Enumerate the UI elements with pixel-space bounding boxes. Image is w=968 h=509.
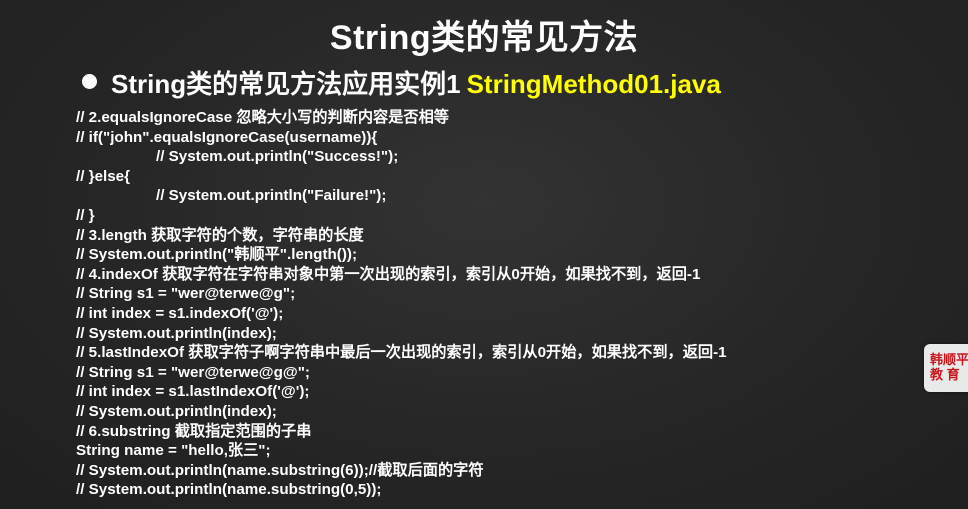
- subtitle-text: String类的常见方法应用实例1: [111, 69, 461, 99]
- code-line: // System.out.println("Success!");: [156, 148, 399, 166]
- code-line: // 3.length 获取字符的个数，字符串的长度: [76, 226, 364, 244]
- brand-logo: 韩顺平 教 育: [924, 344, 968, 392]
- code-line: // System.out.println("韩顺平".length());: [76, 246, 358, 264]
- slide-title: String类的常见方法: [329, 19, 639, 57]
- logo-line2: 教 育: [930, 367, 960, 382]
- code-line: // String s1 = "wer@terwe@g";: [76, 285, 296, 303]
- code-line: // String s1 = "wer@terwe@g@";: [76, 363, 310, 381]
- code-line: // 4.indexOf 获取字符在字符串对象中第一次出现的索引，索引从0开始，…: [76, 265, 701, 283]
- code-block: // 2.equalsIgnoreCase 忽略大小写的判断内容是否相等 // …: [76, 108, 727, 500]
- code-line: // 2.equalsIgnoreCase 忽略大小写的判断内容是否相等: [76, 109, 449, 126]
- bullet-icon: [82, 74, 97, 89]
- logo-line1: 韩顺平: [930, 352, 968, 367]
- code-line: // int index = s1.indexOf('@');: [76, 304, 284, 322]
- code-line: String name = "hello,张三";: [76, 442, 271, 460]
- code-line: // System.out.println("Failure!");: [156, 187, 387, 205]
- code-line: // System.out.println(name.substring(0,5…: [76, 481, 382, 499]
- code-line: // }: [76, 206, 95, 224]
- code-line: // System.out.println(index);: [76, 402, 277, 420]
- code-line: // }else{: [76, 167, 131, 185]
- code-line: // 5.lastIndexOf 获取字符子啊字符串中最后一次出现的索引，索引从…: [76, 344, 727, 362]
- code-line: // int index = s1.lastIndexOf('@');: [76, 383, 310, 401]
- code-line: // if("john".equalsIgnoreCase(username))…: [76, 128, 378, 146]
- code-line: // System.out.println(name.substring(6))…: [76, 461, 484, 479]
- file-name: StringMethod01.java: [466, 69, 721, 99]
- code-line: // System.out.println(index);: [76, 324, 277, 342]
- subtitle: String类的常见方法应用实例1 StringMethod01.java: [82, 64, 721, 101]
- code-line: // 6.substring 截取指定范围的子串: [76, 422, 312, 440]
